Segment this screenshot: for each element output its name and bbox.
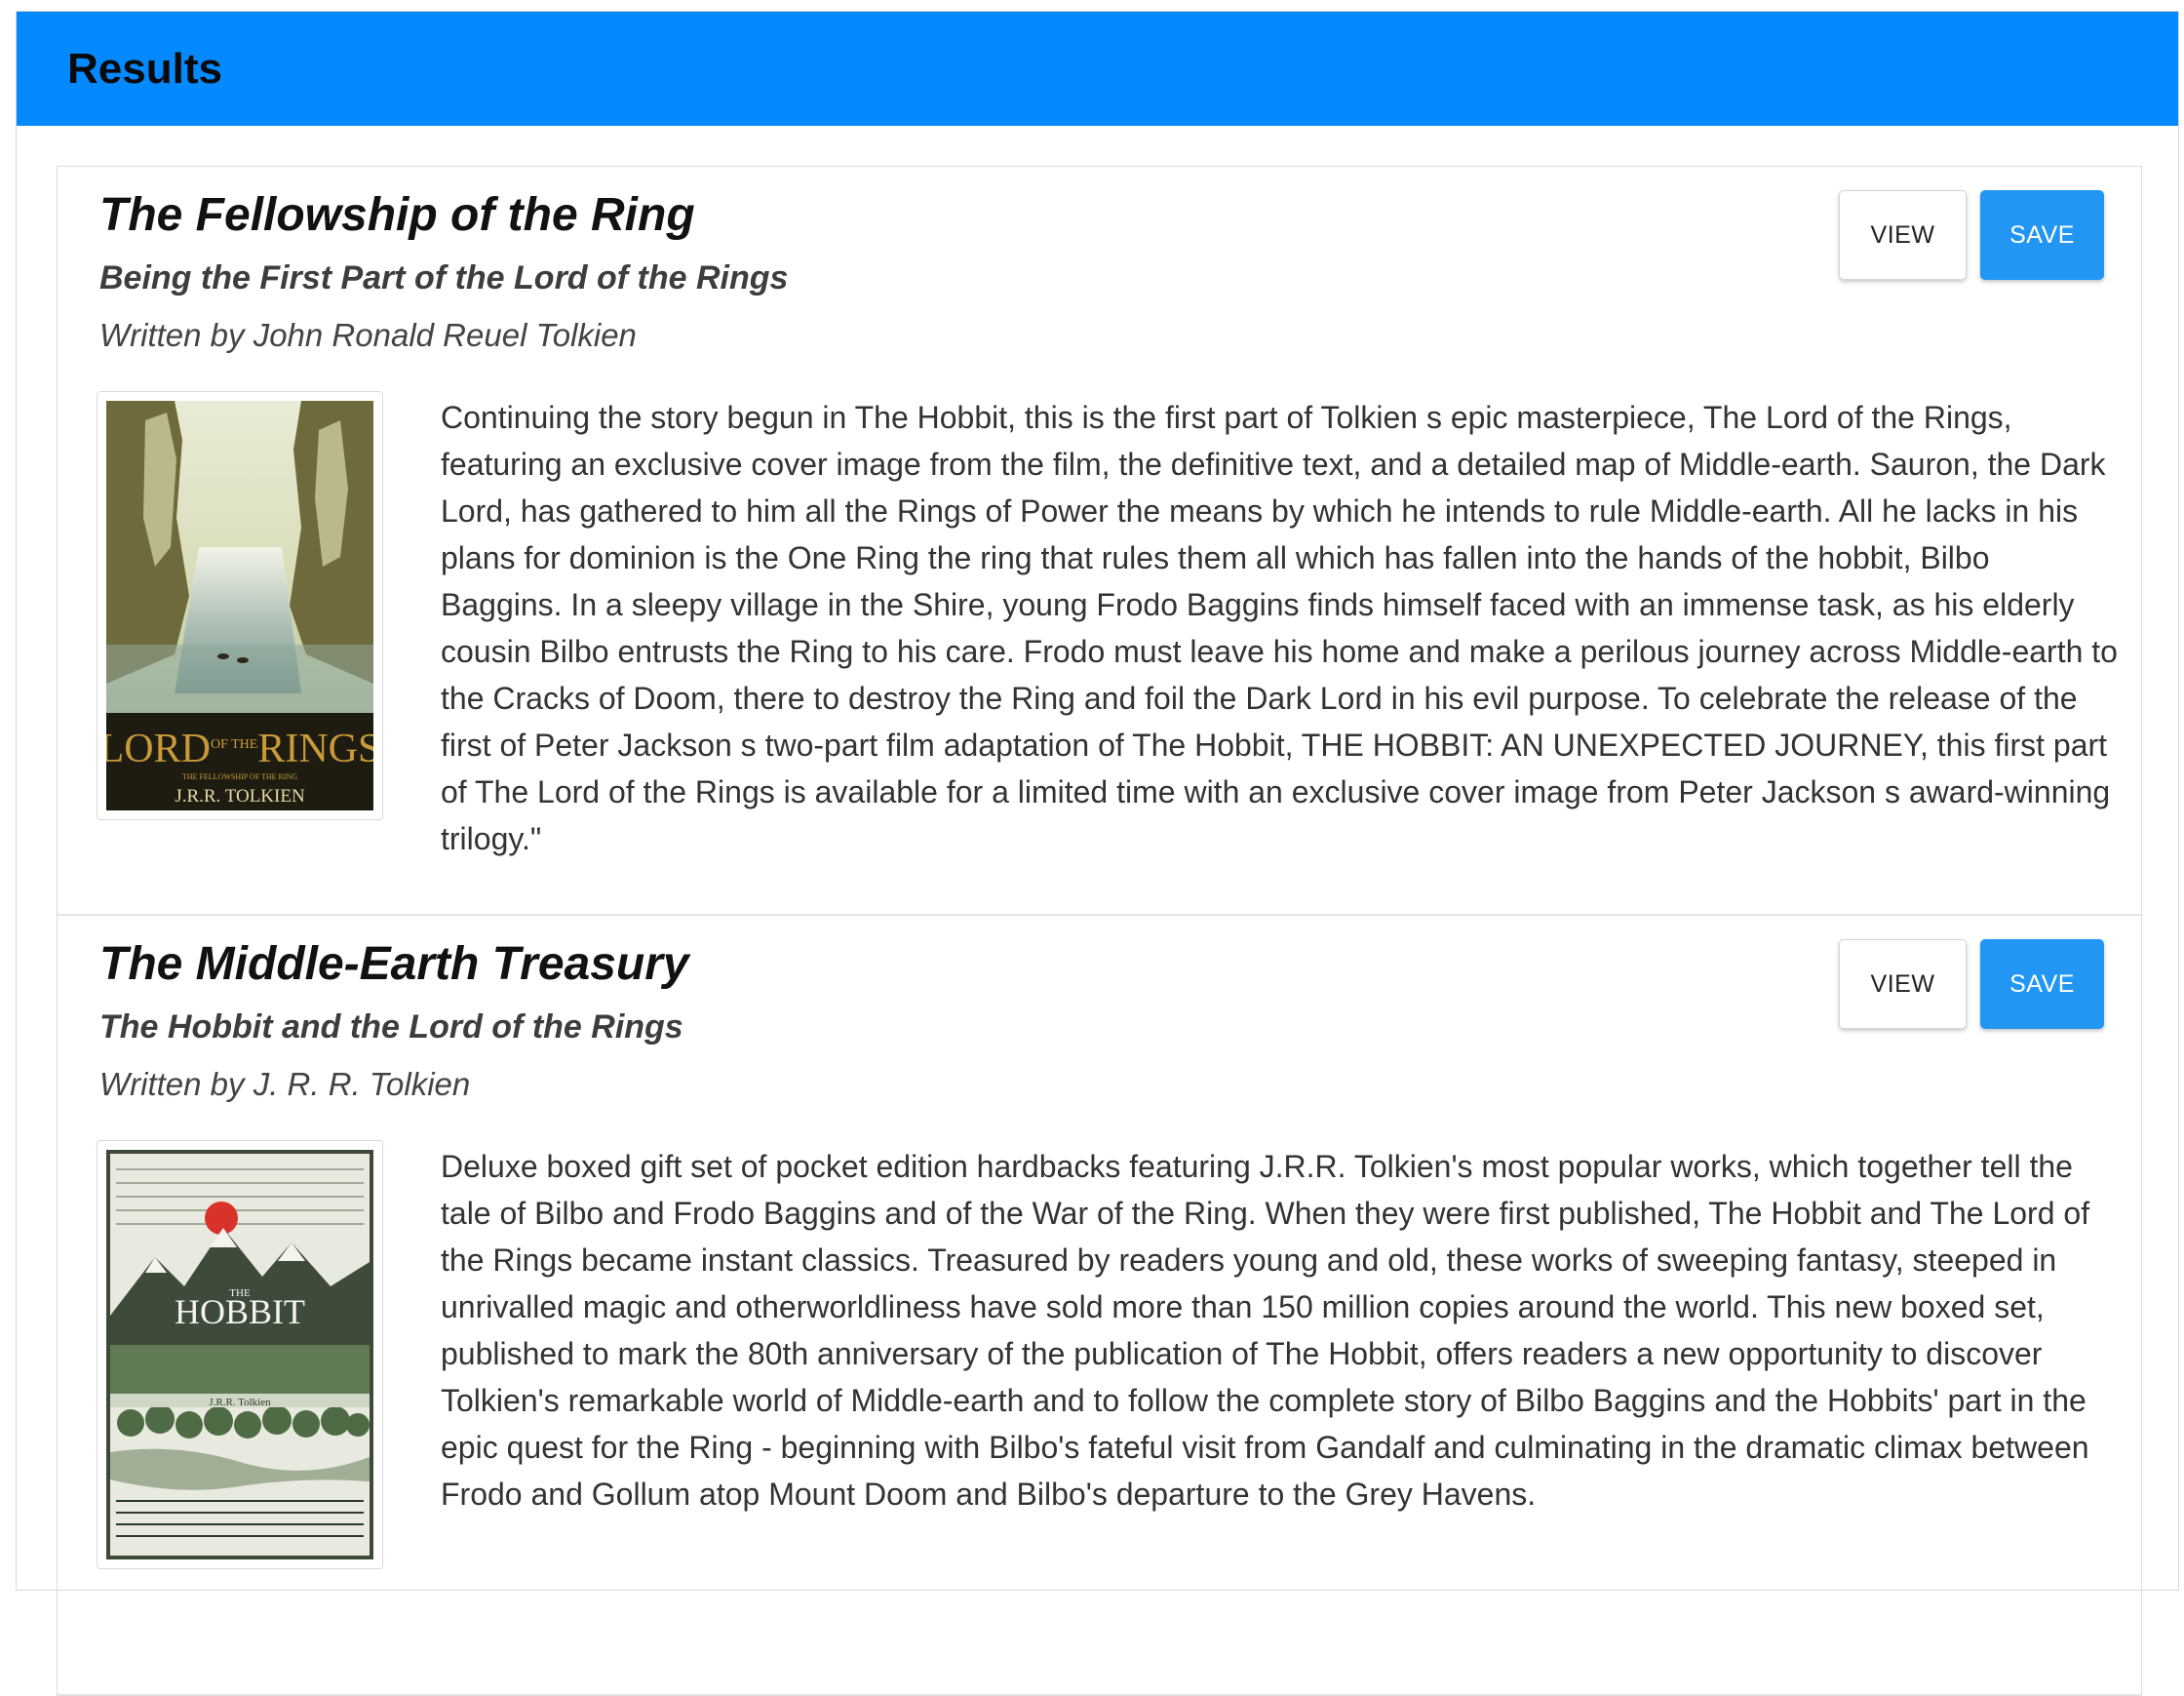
result-card: The Fellowship of the Ring Being the Fir… [58,167,2141,916]
results-header: Results [17,12,2178,126]
book-cover-image: THE HOBBIT J.R.R. Tolkien [97,1140,383,1569]
result-card: The Middle-Earth Treasury The Hobbit and… [58,916,2141,1696]
results-list: The Fellowship of the Ring Being the Fir… [57,166,2142,1696]
view-button[interactable]: VIEW [1839,939,1967,1029]
cover-subtitle: THE FELLOWSHIP OF THE RING [182,772,297,781]
hobbit-cover-art: THE HOBBIT J.R.R. Tolkien [106,1150,373,1559]
book-description: Deluxe boxed gift set of pocket edition … [441,1149,2090,1512]
book-description: Continuing the story begun in The Hobbit… [441,400,2118,856]
card-actions: VIEW SAVE [1839,190,2104,280]
card-actions: VIEW SAVE [1839,939,2104,1029]
fellowship-cover-art: LORDOF THERINGS THE FELLOWSHIP OF THE RI… [106,401,373,810]
book-cover-image: LORDOF THERINGS THE FELLOWSHIP OF THE RI… [97,391,383,820]
view-button[interactable]: VIEW [1839,190,1967,280]
save-button[interactable]: SAVE [1980,190,2104,280]
cover-author: J.R.R. Tolkien [209,1397,271,1408]
book-author: Written by John Ronald Reuel Tolkien [99,317,637,353]
cover-author: J.R.R. TOLKIEN [175,786,305,807]
save-button[interactable]: SAVE [1980,939,2104,1029]
book-author: Written by J. R. R. Tolkien [99,1066,471,1102]
results-panel: Results The Fellowship of the Ring Being… [16,11,2179,1696]
book-subtitle: The Hobbit and the Lord of the Rings [99,1008,683,1045]
book-subtitle: Being the First Part of the Lord of the … [99,259,789,296]
book-title: The Middle-Earth Treasury [99,938,689,990]
book-title: The Fellowship of the Ring [99,189,695,241]
page-title: Results [67,44,222,93]
cover-hobbit-wordmark: HOBBIT [175,1292,305,1331]
